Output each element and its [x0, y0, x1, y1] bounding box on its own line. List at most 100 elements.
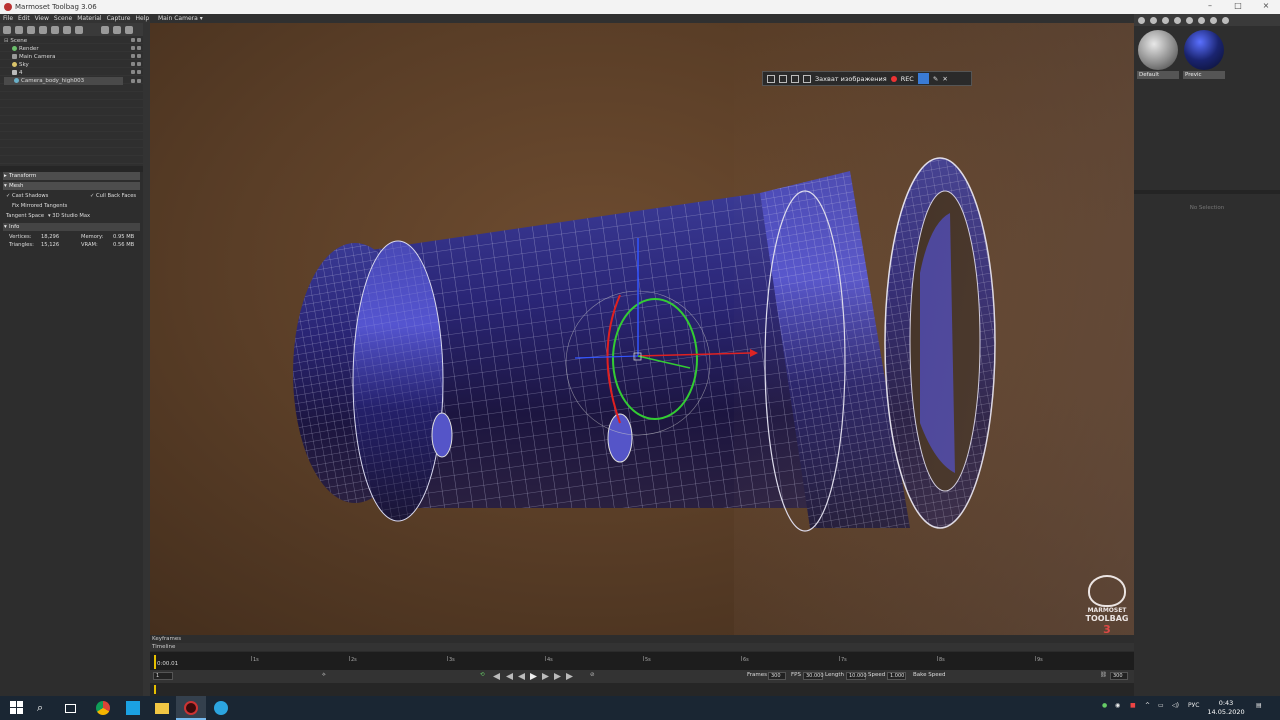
shadow-catcher-icon[interactable]: [51, 25, 59, 34]
timeline-header[interactable]: Timeline: [150, 643, 1134, 651]
chrome-icon[interactable]: [96, 701, 110, 715]
viewport-camera-tab[interactable]: Main Camera ▾: [150, 14, 1134, 23]
menu-icon[interactable]: [767, 74, 775, 83]
close-icon[interactable]: ×: [1252, 0, 1280, 12]
next-frame-icon[interactable]: [542, 673, 549, 680]
material-pick-icon[interactable]: [1210, 16, 1217, 24]
menu-view[interactable]: View: [35, 14, 49, 23]
fix-mirrored-checkbox[interactable]: Fix Mirrored Tangents: [12, 203, 67, 210]
bake-speed-button[interactable]: Bake Speed: [913, 672, 946, 678]
tree-item-sky[interactable]: Sky: [12, 61, 143, 69]
play-icon[interactable]: [530, 673, 537, 680]
memory-value: 0.95 MB: [113, 234, 135, 240]
keyframes-header[interactable]: Keyframes: [150, 635, 1134, 643]
fps-input[interactable]: 30.000: [803, 672, 824, 680]
next-key-icon[interactable]: [554, 673, 561, 680]
menu-material[interactable]: Material: [77, 14, 101, 23]
vram-label: VRAM:: [81, 242, 98, 248]
search-icon[interactable]: ⌕: [37, 701, 51, 715]
prev-key-icon[interactable]: [506, 673, 513, 680]
capture-close-icon[interactable]: ✕: [942, 75, 947, 83]
tray-app-icon[interactable]: ●: [1102, 702, 1107, 709]
menu-file[interactable]: File: [3, 14, 13, 23]
menu-capture[interactable]: Capture: [107, 14, 131, 23]
tray-rec-icon[interactable]: ◉: [1115, 702, 1120, 709]
tree-item-camera-body[interactable]: Camera_body_high003: [4, 77, 123, 85]
maximize-icon[interactable]: □: [1224, 0, 1252, 12]
tray-chevron-icon[interactable]: ^: [1145, 702, 1150, 709]
cast-shadows-checkbox[interactable]: ✓ Cast Shadows: [6, 193, 48, 200]
rec-button[interactable]: REC: [901, 75, 914, 83]
fog-icon[interactable]: [63, 25, 71, 34]
cull-back-faces-checkbox[interactable]: ✓ Cull Back Faces: [90, 193, 136, 200]
folder-icon[interactable]: [101, 25, 109, 34]
color-picker-icon[interactable]: [917, 73, 929, 84]
playhead[interactable]: [154, 655, 156, 669]
material-previc[interactable]: Previc: [1183, 29, 1225, 81]
minimize-icon[interactable]: –: [1196, 0, 1224, 12]
material-settings-icon[interactable]: [1162, 16, 1169, 24]
duplicate-material-icon[interactable]: [1150, 16, 1157, 24]
speed-input[interactable]: 1.000: [887, 672, 906, 680]
tree-item-group[interactable]: 4: [12, 69, 143, 77]
language-indicator[interactable]: РУС: [1188, 702, 1199, 709]
add-material-icon[interactable]: [1138, 16, 1145, 24]
region-capture-icon[interactable]: [791, 74, 799, 83]
add-object-icon[interactable]: [3, 25, 11, 34]
loop-icon[interactable]: ⟲: [480, 672, 485, 678]
duplicate-icon[interactable]: [113, 25, 121, 34]
link-icon[interactable]: ⛓: [1100, 672, 1107, 678]
sky-icon[interactable]: [39, 25, 47, 34]
3dsmax-icon[interactable]: [126, 701, 140, 715]
tree-item-main-camera[interactable]: Main Camera: [12, 53, 143, 61]
menu-scene[interactable]: Scene: [54, 14, 72, 23]
record-settings-icon[interactable]: ⊘: [590, 672, 595, 678]
taskbar-clock[interactable]: 0:43 14.05.2020: [1206, 699, 1246, 717]
frame-field[interactable]: 1: [153, 672, 173, 680]
material-default[interactable]: Default: [1137, 29, 1179, 81]
right-panel-divider[interactable]: [1134, 190, 1280, 194]
transform-section-header[interactable]: ▸ Transform: [3, 172, 140, 180]
timeline-track[interactable]: [150, 683, 1134, 696]
left-scrollbar[interactable]: [143, 23, 150, 696]
menu-help[interactable]: Help: [135, 14, 149, 23]
visibility-toggle[interactable]: [129, 77, 141, 83]
marmoset-logo-icon: [1088, 575, 1126, 607]
group-icon[interactable]: [75, 25, 83, 34]
windows-start-icon[interactable]: [10, 701, 24, 715]
prev-frame-icon[interactable]: [518, 673, 525, 680]
window-capture-icon[interactable]: [779, 74, 787, 83]
last-frame-icon[interactable]: [566, 673, 573, 680]
trash-icon[interactable]: [125, 25, 133, 34]
marmoset-taskbar-item[interactable]: [176, 696, 206, 720]
menu-edit[interactable]: Edit: [18, 14, 30, 23]
length-input[interactable]: 10.000: [846, 672, 867, 680]
notifications-icon[interactable]: ▤: [1256, 702, 1262, 709]
material-folder-icon[interactable]: [1174, 16, 1181, 24]
tray-capture-icon[interactable]: ■: [1130, 702, 1136, 709]
capture-label[interactable]: Захват изображения: [815, 75, 887, 83]
pencil-icon[interactable]: ✎: [933, 75, 938, 83]
telegram-icon[interactable]: [214, 701, 228, 715]
frames-input[interactable]: 300: [768, 672, 786, 680]
tangent-space-select[interactable]: ▾ 3D Studio Max: [48, 213, 90, 220]
material-trash-icon[interactable]: [1186, 16, 1193, 24]
info-section-header[interactable]: ▾ Info: [3, 223, 140, 231]
task-view-icon[interactable]: [65, 704, 76, 713]
camera-icon[interactable]: [27, 25, 35, 34]
tree-item-render[interactable]: Render: [12, 45, 143, 53]
end-frame-input[interactable]: 300: [1110, 672, 1128, 680]
timeline-ruler[interactable]: 1s 2s 3s 4s 5s 6s 7s 8s 9s: [150, 652, 1134, 670]
light-icon[interactable]: [15, 25, 23, 34]
mesh-section-header[interactable]: ▾ Mesh: [3, 182, 140, 190]
volume-icon[interactable]: ◁): [1172, 702, 1179, 709]
tree-item-scene[interactable]: ⊟ Scene: [4, 37, 143, 45]
crop-icon[interactable]: [803, 74, 811, 83]
network-icon[interactable]: ▭: [1158, 702, 1164, 709]
3d-viewport[interactable]: MARMOSET TOOLBAG 3: [150, 23, 1134, 635]
material-copy-icon[interactable]: [1198, 16, 1205, 24]
first-frame-icon[interactable]: [493, 673, 500, 680]
file-explorer-icon[interactable]: [155, 703, 169, 714]
snap-icon[interactable]: ⟡: [322, 672, 326, 679]
material-reset-icon[interactable]: [1222, 16, 1229, 24]
